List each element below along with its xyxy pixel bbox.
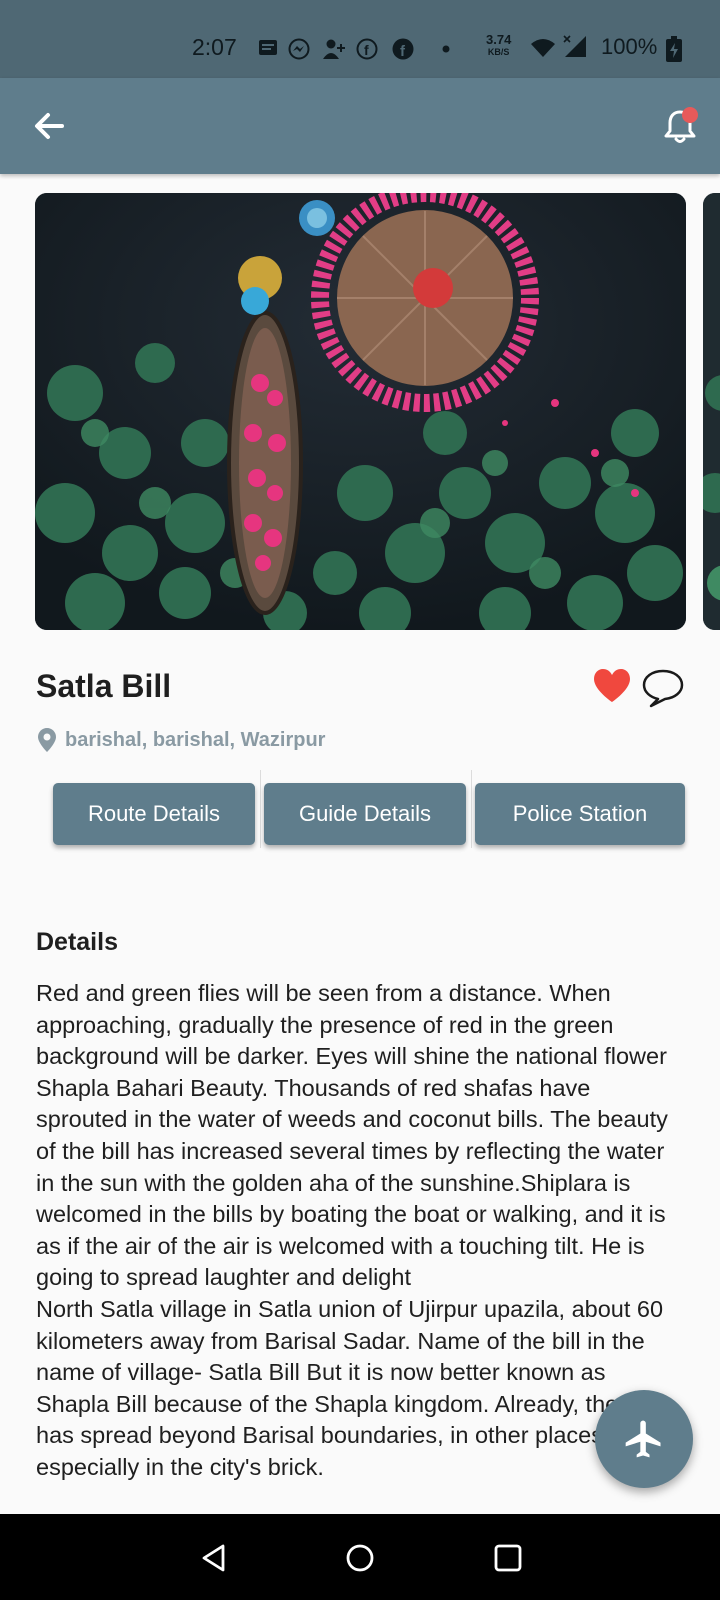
nav-recents-icon[interactable] <box>486 1536 530 1580</box>
dot-icon <box>442 45 450 53</box>
route-details-button[interactable]: Route Details <box>53 783 255 845</box>
comment-icon[interactable] <box>641 668 685 708</box>
notification-badge <box>682 107 698 123</box>
battery-percent: 100% <box>601 34 658 59</box>
lotus-boat-illustration <box>35 193 686 630</box>
messenger-icon <box>288 38 310 60</box>
facebook-icon: f <box>356 38 378 60</box>
next-image-illustration <box>703 193 720 630</box>
facebook-icon: f <box>392 38 414 60</box>
person-add-icon <box>323 39 345 59</box>
divider <box>260 770 261 848</box>
network-speed: 3.74 KB/S <box>486 32 512 57</box>
guide-details-button[interactable]: Guide Details <box>264 783 466 845</box>
message-icon <box>259 40 277 55</box>
battery-charging-icon <box>666 36 682 62</box>
place-image[interactable] <box>35 193 686 630</box>
next-image-preview[interactable] <box>703 193 720 630</box>
system-nav-bar <box>0 1514 720 1600</box>
heart-icon[interactable] <box>592 668 632 704</box>
place-location: barishal, barishal, Wazirpur <box>65 729 326 751</box>
details-text: Red and green flies will be seen from a … <box>36 980 668 1480</box>
location-pin-icon <box>38 728 56 752</box>
details-heading: Details <box>36 928 118 956</box>
place-title: Satla Bill <box>36 668 172 704</box>
status-bar: 2:07 f f 3.74 KB/S 100% <box>0 0 720 78</box>
signal-icon <box>563 35 586 57</box>
app-bar <box>0 78 720 174</box>
arrow-left-icon[interactable] <box>28 104 72 148</box>
nav-back-icon[interactable] <box>192 1536 236 1580</box>
wifi-icon <box>531 39 555 57</box>
divider <box>471 770 472 848</box>
travel-fab[interactable] <box>595 1390 693 1488</box>
status-time: 2:07 <box>192 34 237 60</box>
airplane-icon <box>625 1420 661 1458</box>
police-station-button[interactable]: Police Station <box>475 783 685 845</box>
nav-home-icon[interactable] <box>338 1536 382 1580</box>
svg-text:f: f <box>364 42 369 58</box>
